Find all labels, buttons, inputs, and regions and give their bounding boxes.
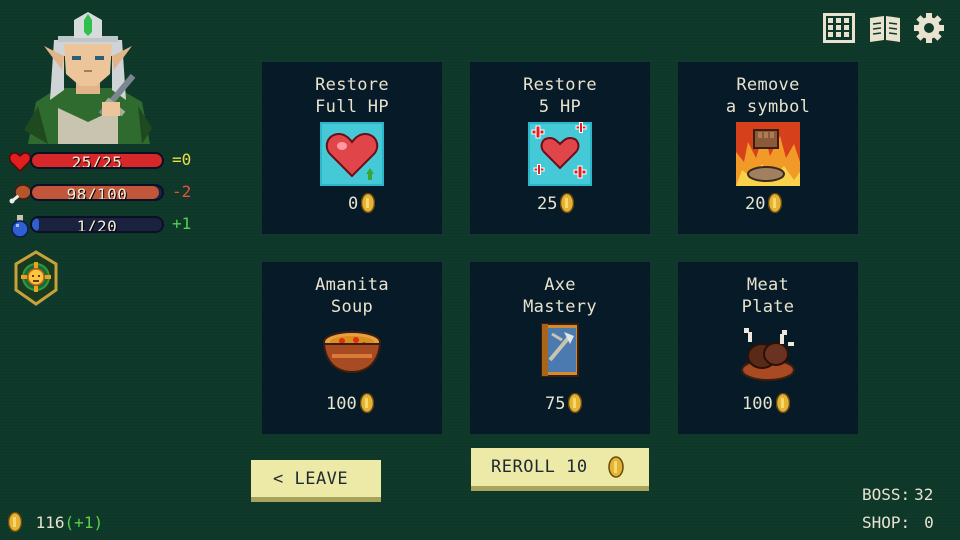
- food-value: 98/100: [66, 185, 128, 201]
- fist-fire-icon: [736, 122, 800, 186]
- hp-delta: =0: [172, 150, 192, 169]
- coin-icon: [775, 392, 790, 414]
- heart-icon: [320, 122, 384, 186]
- leave-button[interactable]: < LEAVE: [251, 460, 381, 497]
- shop-value: 0: [924, 513, 934, 532]
- price-value: 100: [326, 394, 357, 414]
- mana-delta: +1: [172, 214, 192, 233]
- price-value: 75: [545, 394, 566, 414]
- shop-item-remove-symbol[interactable]: Remove a symbol 20: [678, 62, 858, 234]
- hero-portrait: [18, 10, 158, 144]
- potion-icon: [8, 214, 32, 238]
- gold-value: 116: [35, 513, 65, 532]
- hp-stat: 25/25 =0: [8, 150, 198, 174]
- coin-icon: [768, 192, 783, 214]
- sun-amulet-icon[interactable]: [12, 250, 60, 306]
- shop-item-restore-full-hp[interactable]: Restore Full HP 0: [262, 62, 442, 234]
- shop-item-meat-plate[interactable]: Meat Plate 100: [678, 262, 858, 434]
- item-price: 75: [545, 392, 583, 414]
- item-price: 0: [348, 192, 376, 214]
- reroll-button[interactable]: REROLL 10: [471, 448, 649, 486]
- shop-counter: SHOP: 0: [862, 513, 934, 532]
- coin-icon: [608, 456, 624, 478]
- item-title: Remove a symbol: [725, 75, 811, 117]
- price-value: 25: [537, 194, 558, 214]
- coin-icon: [359, 392, 374, 414]
- soup-bowl-icon: [320, 322, 384, 386]
- inventory-grid-icon[interactable]: [822, 12, 856, 44]
- item-title: Restore 5 HP: [523, 75, 597, 117]
- drumstick-icon: [8, 182, 32, 206]
- food-delta: -2: [172, 182, 192, 201]
- shop-item-amanita-soup[interactable]: Amanita Soup 100: [262, 262, 442, 434]
- gold-counter: 116(+1): [7, 511, 138, 534]
- food-stat: 98/100 -2: [8, 182, 198, 204]
- item-price: 20: [745, 192, 783, 214]
- item-price: 25: [537, 192, 575, 214]
- price-value: 100: [742, 394, 773, 414]
- gold-change: (+1): [64, 513, 104, 532]
- coin-icon: [361, 192, 376, 214]
- price-value: 20: [745, 194, 766, 214]
- leave-button-label: < LEAVE: [273, 469, 349, 489]
- boss-label: BOSS:: [862, 485, 911, 504]
- item-title: Axe Mastery: [523, 275, 597, 317]
- item-price: 100: [326, 392, 374, 414]
- hp-value: 25/25: [71, 153, 123, 169]
- item-price: 100: [742, 392, 790, 414]
- shop-item-axe-mastery[interactable]: Axe Mastery 75: [470, 262, 650, 434]
- book-icon[interactable]: [868, 12, 902, 44]
- shop-item-restore-5-hp[interactable]: Restore 5 HP 25: [470, 62, 650, 234]
- price-value: 0: [348, 194, 359, 214]
- item-title: Amanita Soup: [315, 275, 389, 317]
- boss-counter: BOSS: 32: [862, 485, 933, 504]
- hp-bar: 25/25: [30, 152, 164, 169]
- coin-icon: [560, 192, 575, 214]
- item-title: Restore Full HP: [315, 75, 389, 117]
- mana-value: 1/20: [76, 217, 118, 233]
- boss-value: 32: [914, 485, 934, 504]
- mana-bar: 1/20: [30, 216, 164, 233]
- heart-plus-icon: [528, 122, 592, 186]
- food-bar: 98/100: [30, 184, 164, 201]
- coin-icon: [7, 511, 23, 533]
- heart-icon: [8, 150, 32, 174]
- coin-icon: [568, 392, 583, 414]
- axe-book-icon: [528, 322, 592, 386]
- gear-icon[interactable]: [912, 12, 946, 44]
- item-title: Meat Plate: [741, 275, 795, 317]
- reroll-button-label: REROLL 10: [491, 457, 588, 477]
- shop-label: SHOP:: [862, 513, 911, 532]
- meat-plate-icon: [736, 322, 800, 386]
- mana-stat: 1/20 +1: [8, 214, 198, 238]
